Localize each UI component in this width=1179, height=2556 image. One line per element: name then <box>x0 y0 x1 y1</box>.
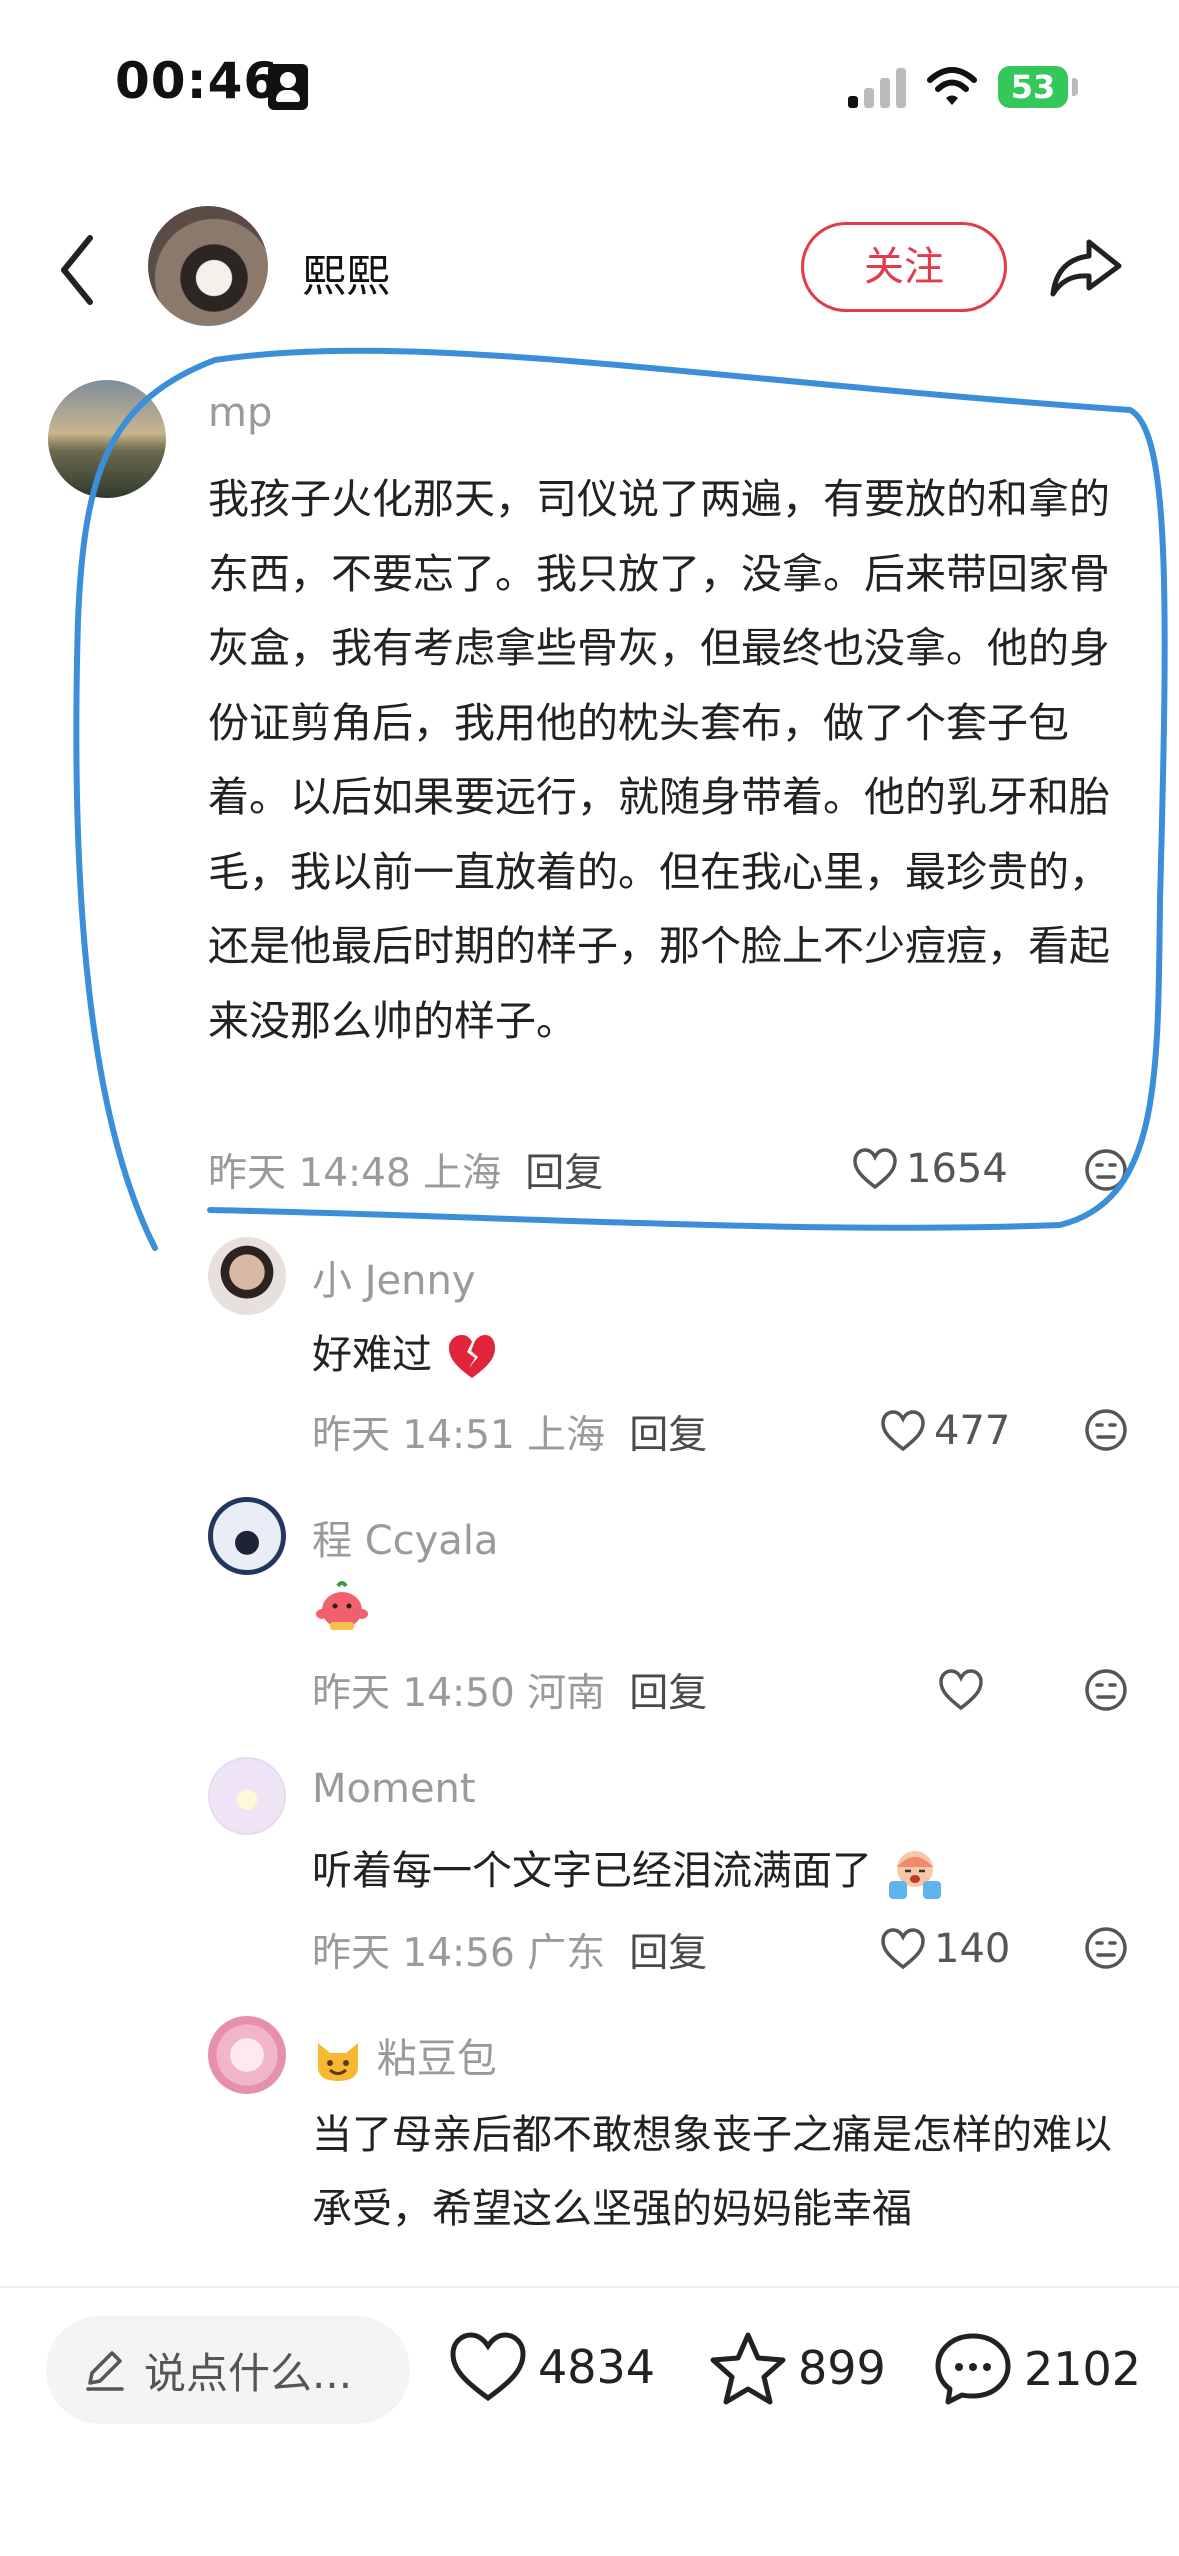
reply-name[interactable]: 程 Ccyala <box>312 1508 498 1566</box>
like-stat-button[interactable]: 4834 <box>448 2330 655 2404</box>
cat-face-emoji-icon <box>318 2043 358 2081</box>
heart-icon <box>853 1148 897 1190</box>
share-icon[interactable] <box>1045 228 1125 308</box>
heart-icon <box>881 1928 925 1970</box>
comment-input[interactable]: 说点什么... <box>46 2316 410 2424</box>
comment-bubble-icon <box>935 2333 1011 2405</box>
reply-button[interactable]: 回复 <box>629 1413 707 1458</box>
comment-time: 昨天 14:48 上海 <box>208 1151 502 1196</box>
reply-text: 好难过 <box>312 1322 499 1382</box>
reply-button[interactable]: 回复 <box>525 1151 603 1196</box>
reply-name[interactable]: Moment <box>312 1766 476 1812</box>
reply-meta: 昨天 14:56 广东 回复 <box>312 1922 707 1978</box>
reply-button[interactable]: 回复 <box>629 1671 707 1716</box>
back-arrow-icon[interactable] <box>52 230 102 310</box>
author-avatar[interactable] <box>148 206 268 326</box>
reply-avatar[interactable] <box>208 1757 286 1835</box>
reply-meta: 昨天 14:50 河南 回复 <box>312 1662 707 1718</box>
wifi-icon <box>927 67 977 105</box>
reply-name-row: 粘豆包 <box>312 2026 497 2085</box>
star-total: 899 <box>798 2341 886 2395</box>
battery-icon: 53 <box>998 66 1068 108</box>
star-stat-button[interactable]: 899 <box>708 2330 886 2406</box>
dislike-face-icon[interactable] <box>1084 1926 1128 1970</box>
broken-heart-icon <box>448 1335 495 1378</box>
bottom-divider <box>0 2286 1179 2288</box>
reply-like-button[interactable]: 477 <box>880 1408 1010 1454</box>
reply-avatar[interactable] <box>208 1237 286 1315</box>
reply-like-button[interactable]: 140 <box>880 1926 1010 1972</box>
reply-name[interactable]: 粘豆包 <box>377 2036 497 2082</box>
commenter-avatar[interactable] <box>48 380 166 498</box>
reply-avatar[interactable] <box>208 2016 286 2094</box>
follow-button[interactable]: 关注 <box>801 222 1007 312</box>
reply-text: 听着每一个文字已经泪流满面了 <box>312 1838 945 1901</box>
reply-text: 当了母亲后都不敢想象丧子之痛是怎样的难以承受，希望这么坚强的妈妈能幸福 <box>312 2112 1112 2232</box>
reply-text-content: 好难过 <box>312 1332 432 1378</box>
reply-meta: 昨天 14:51 上海 回复 <box>312 1404 707 1460</box>
focus-person-icon <box>268 64 308 110</box>
comment-like-button[interactable]: 1654 <box>852 1146 1008 1192</box>
author-name[interactable]: 熙熙 <box>302 240 390 304</box>
reply-time: 昨天 14:51 上海 <box>312 1413 606 1458</box>
like-count: 140 <box>934 1926 1011 1972</box>
star-icon <box>710 2332 786 2405</box>
comment-total: 2102 <box>1024 2342 1142 2396</box>
comment-meta: 昨天 14:48 上海 回复 <box>208 1142 603 1198</box>
crying-emoji-icon <box>888 1851 941 1899</box>
reply-text <box>312 1578 372 1634</box>
commenter-name[interactable]: mp <box>208 390 272 436</box>
like-total: 4834 <box>538 2340 656 2394</box>
comment-text: 我孩子火化那天，司仪说了两遍，有要放的和拿的东西，不要忘了。我只放了，没拿。后来… <box>208 475 1110 1045</box>
like-count: 477 <box>934 1408 1011 1454</box>
status-time: 00:46 <box>115 52 280 110</box>
battery-cap <box>1072 78 1078 96</box>
reply-time: 昨天 14:50 河南 <box>312 1671 606 1716</box>
reply-time: 昨天 14:56 广东 <box>312 1931 606 1976</box>
reply-button[interactable]: 回复 <box>629 1931 707 1976</box>
heart-icon <box>939 1669 983 1711</box>
like-count: 1654 <box>906 1146 1008 1192</box>
comment-stat-button[interactable]: 2102 <box>932 2330 1141 2408</box>
reply-text-content: 听着每一个文字已经泪流满面了 <box>312 1848 872 1894</box>
comment-input-placeholder: 说点什么... <box>144 2348 353 2398</box>
reply-avatar[interactable] <box>208 1497 286 1575</box>
heart-icon <box>881 1410 925 1452</box>
dislike-face-icon[interactable] <box>1084 1668 1128 1712</box>
sticker-emoji-icon <box>316 1581 368 1630</box>
cellular-signal-icon <box>848 66 906 108</box>
dislike-face-icon[interactable] <box>1084 1408 1128 1452</box>
dislike-face-icon[interactable] <box>1084 1148 1128 1192</box>
heart-icon <box>450 2332 526 2402</box>
reply-like-button[interactable] <box>938 1668 992 1712</box>
reply-name[interactable]: 小 Jenny <box>312 1248 476 1306</box>
pen-icon <box>86 2351 124 2391</box>
